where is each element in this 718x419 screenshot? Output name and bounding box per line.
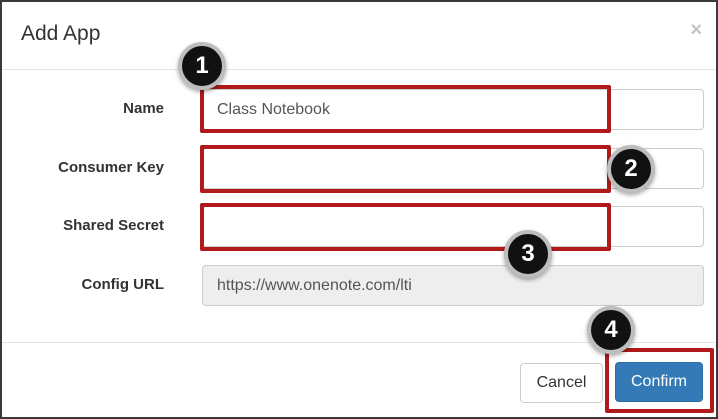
name-field[interactable] xyxy=(202,89,704,130)
cancel-button[interactable]: Cancel xyxy=(520,363,603,403)
dialog-header: Add App × xyxy=(2,2,716,70)
config-url-field xyxy=(202,265,704,306)
callout-badge-3: 3 xyxy=(504,230,552,278)
callout-badge-2: 2 xyxy=(607,145,655,193)
name-label: Name xyxy=(123,100,164,117)
dialog-title: Add App xyxy=(21,22,101,45)
confirm-button[interactable]: Confirm xyxy=(615,362,703,402)
shared-secret-field[interactable] xyxy=(202,206,704,247)
config-url-label: Config URL xyxy=(81,276,164,293)
close-icon[interactable]: × xyxy=(690,20,702,40)
callout-badge-1: 1 xyxy=(178,42,226,90)
consumer-key-label: Consumer Key xyxy=(58,159,164,176)
shared-secret-label: Shared Secret xyxy=(63,217,164,234)
callout-badge-4: 4 xyxy=(587,306,635,354)
add-app-dialog: Add App × Name Consumer Key Shared Secre… xyxy=(0,0,718,419)
